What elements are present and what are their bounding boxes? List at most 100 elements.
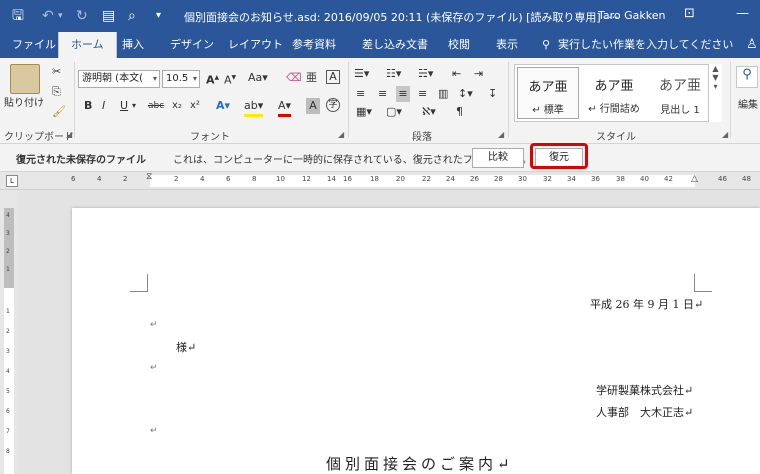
style-normal[interactable]: あア亜 ↵ 標準	[517, 67, 579, 119]
right-indent-marker[interactable]: △	[691, 174, 698, 184]
numbering-icon[interactable]: ☷▾	[386, 66, 401, 82]
tab-review[interactable]: 校閲	[446, 32, 472, 58]
restore-highlight	[530, 143, 588, 169]
doc-date[interactable]: 平成 26 年 9 月 1 日↵	[590, 296, 703, 312]
character-border-icon[interactable]: A	[326, 70, 340, 84]
tab-references[interactable]: 参考資料	[290, 32, 338, 58]
find-icon[interactable]: ⚲	[736, 66, 758, 88]
phonetic-guide-icon[interactable]: 亜	[306, 70, 317, 86]
first-line-indent-marker[interactable]: ⧖	[146, 172, 152, 182]
horizontal-ruler[interactable]: L 6 4 2 2 4 6 8 10 12 14 16 18 20 22 24 …	[0, 172, 760, 190]
grow-font-icon[interactable]: A▲	[206, 70, 219, 89]
clipboard-launcher-icon[interactable]: ◢	[66, 130, 72, 139]
highlight-icon[interactable]: ab▾	[244, 98, 264, 117]
doc-addressee[interactable]: 様↵	[176, 339, 196, 355]
ribbon-display-options-icon[interactable]: ⊡	[684, 6, 695, 21]
font-size-combo[interactable]: 10.5 ▾	[162, 70, 200, 88]
clear-formatting-icon[interactable]: ⌫	[286, 70, 302, 86]
tab-mailings[interactable]: 差し込み文書	[360, 32, 430, 58]
justify-icon[interactable]: ≡	[418, 86, 427, 102]
margin-corner-left	[130, 274, 148, 292]
paste-icon[interactable]	[10, 64, 40, 94]
account-icon[interactable]: ♙	[744, 32, 760, 58]
save-icon[interactable]: 🖫	[12, 7, 24, 25]
font-color-icon[interactable]: A▾	[278, 98, 292, 117]
strikethrough-icon[interactable]: abc	[148, 98, 164, 114]
tab-insert[interactable]: 挿入	[120, 32, 146, 58]
paragraph-mark: ↵	[150, 363, 158, 373]
styles-group-label: スタイル	[596, 132, 636, 143]
shrink-font-icon[interactable]: A▼	[224, 70, 236, 89]
style-no-spacing[interactable]: あア亜 ↵ 行間詰め	[583, 67, 645, 119]
font-name-combo[interactable]: 游明朝 (本文(▾	[78, 70, 160, 88]
clipboard-group-label: クリップボード	[4, 132, 74, 143]
font-group-label: フォント	[190, 132, 230, 143]
print-preview-icon[interactable]: ⌕	[128, 7, 136, 25]
align-center-icon[interactable]: ≡	[378, 86, 387, 102]
styles-gallery-scroll[interactable]: ▲ ▼ ▾	[708, 64, 722, 122]
group-separator	[74, 62, 75, 138]
decrease-indent-icon[interactable]: ⇤	[452, 66, 461, 82]
chevron-down-icon: ▾	[152, 74, 157, 83]
tab-home[interactable]: ホーム	[58, 32, 117, 58]
styles-launcher-icon[interactable]: ◢	[722, 130, 728, 139]
cut-icon[interactable]: ✂	[52, 64, 61, 80]
multilevel-list-icon[interactable]: ☵▾	[418, 66, 433, 82]
tab-view[interactable]: 表示	[494, 32, 520, 58]
chevron-down-icon: ▾	[192, 74, 197, 83]
text-effects-icon[interactable]: A▾	[216, 98, 230, 114]
tab-selector[interactable]: L	[6, 175, 18, 187]
ribbon-home: 貼り付け ✂ ⎘ 🖌 クリップボード ◢ 游明朝 (本文(▾ 10.5 ▾ A▲ …	[0, 58, 760, 144]
asian-layout-icon[interactable]: ℵ▾	[422, 104, 436, 120]
show-marks-icon[interactable]: ¶	[456, 104, 463, 120]
paragraph-launcher-icon[interactable]: ◢	[498, 130, 504, 139]
subscript-icon[interactable]: x₂	[172, 98, 182, 114]
infobar-title: 復元された未保存のファイル	[16, 155, 146, 166]
underline-dropdown-icon[interactable]: ▾	[132, 98, 136, 114]
doc-company[interactable]: 学研製菓株式会社↵	[596, 382, 693, 398]
tab-layout[interactable]: レイアウト	[226, 32, 285, 58]
minimize-icon[interactable]: —	[736, 6, 749, 21]
italic-icon[interactable]: I	[102, 98, 105, 114]
style-heading-1[interactable]: あア亜 見出し 1	[649, 67, 711, 119]
undo-icon[interactable]: ↶	[42, 7, 54, 25]
format-painter-icon[interactable]: 🖌	[52, 104, 66, 120]
doc-department[interactable]: 人事部 大木正志↵	[596, 404, 693, 420]
sort-icon[interactable]: ↧	[488, 86, 497, 102]
line-spacing-icon[interactable]: ↕▾	[458, 86, 473, 102]
align-left-icon[interactable]: ≡	[356, 86, 365, 102]
font-launcher-icon[interactable]: ◢	[338, 130, 344, 139]
paragraph-mark: ↵	[150, 426, 158, 436]
tell-me-icon[interactable]: ⚲	[540, 32, 552, 58]
group-separator	[508, 62, 509, 138]
character-shading-icon[interactable]: A	[306, 98, 320, 114]
customize-qat-icon[interactable]: ▾	[156, 7, 161, 25]
print-layout-icon[interactable]: ▤	[102, 7, 115, 25]
distributed-icon[interactable]: ▥	[438, 86, 448, 102]
editing-button[interactable]: 編集	[738, 98, 758, 114]
copy-icon[interactable]: ⎘	[52, 84, 61, 100]
undo-dropdown-icon[interactable]: ▾	[58, 7, 63, 25]
doc-heading[interactable]: 個別面接会のご案内↵	[326, 453, 514, 474]
change-case-icon[interactable]: Aa▾	[248, 70, 268, 86]
bold-icon[interactable]: B	[84, 98, 92, 114]
paste-button[interactable]: 貼り付け	[4, 96, 44, 112]
recovered-file-infobar: 復元された未保存のファイル これは、コンピューターに一時的に保存されている、復元…	[0, 144, 760, 172]
shading-icon[interactable]: ▦▾	[356, 104, 372, 120]
bullets-icon[interactable]: ☰▾	[354, 66, 369, 82]
tell-me-box[interactable]: 実行したい作業を入力してください	[556, 32, 735, 58]
user-name[interactable]: Taro Gakken	[598, 9, 666, 22]
borders-icon[interactable]: ▢▾	[386, 104, 402, 120]
align-right-icon[interactable]: ≡	[396, 86, 410, 102]
compare-button[interactable]: 比較	[472, 148, 524, 168]
document-page[interactable]: 平成 26 年 9 月 1 日↵ ↵ 様↵ ↵ 学研製菓株式会社↵ 人事部 大木…	[72, 208, 760, 474]
tab-file[interactable]: ファイル	[10, 32, 58, 58]
superscript-icon[interactable]: x²	[190, 98, 200, 114]
vertical-ruler[interactable]: 4 3 2 1 1 2 3 4 5 6 7 8	[0, 190, 18, 474]
increase-indent-icon[interactable]: ⇥	[474, 66, 483, 82]
underline-icon[interactable]: U	[120, 98, 128, 114]
group-separator	[730, 62, 731, 138]
redo-icon[interactable]: ↻	[76, 7, 88, 25]
tab-design[interactable]: デザイン	[168, 32, 216, 58]
enclose-characters-icon[interactable]: 字	[326, 98, 340, 112]
